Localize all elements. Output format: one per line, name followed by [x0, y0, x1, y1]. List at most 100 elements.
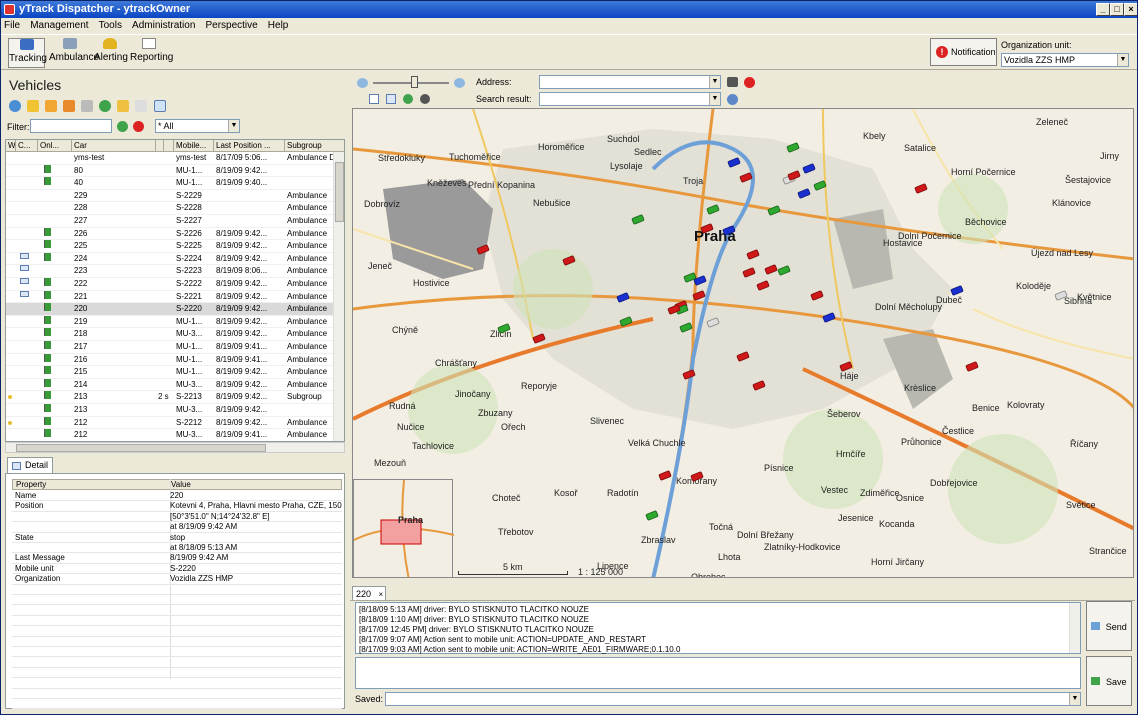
- scroll-thumb[interactable]: [16, 444, 266, 452]
- table-row[interactable]: 213 2 s S-2213 8/19/09 9:42... Subgroup: [6, 391, 334, 404]
- globe-icon[interactable]: [420, 94, 430, 104]
- reporting-button[interactable]: Reporting: [130, 38, 173, 68]
- send-button[interactable]: Send: [1086, 601, 1132, 651]
- table-vscrollbar[interactable]: [333, 152, 344, 441]
- table-row[interactable]: 218 MU-3... 8/19/09 9:42... Ambulance: [6, 328, 334, 341]
- info-icon[interactable]: [727, 94, 738, 105]
- table-row[interactable]: 224 S-2224 8/19/09 9:42... Ambulance: [6, 252, 334, 266]
- table-row[interactable]: 212 MU-3... 8/19/09 9:41... Ambulance: [6, 429, 334, 441]
- table-row[interactable]: 223 S-2223 8/19/09 8:06... Ambulance: [6, 265, 334, 278]
- ambulance-label: Ambulance: [49, 52, 100, 63]
- minimap[interactable]: Praha: [353, 479, 454, 577]
- table-row[interactable]: 225 S-2225 8/19/09 9:42... Ambulance: [6, 240, 334, 253]
- group-icon[interactable]: [45, 100, 58, 113]
- table-row[interactable]: 214 MU-3... 8/19/09 9:42... Ambulance: [6, 378, 334, 392]
- place-label: Lhota: [718, 552, 741, 562]
- table-row[interactable]: 227 S-2227 Ambulance: [6, 215, 334, 228]
- table-row[interactable]: 228 S-2228 Ambulance: [6, 202, 334, 215]
- star-icon[interactable]: [27, 100, 40, 113]
- tab-detail[interactable]: Detail: [7, 457, 53, 473]
- zoom-out-icon[interactable]: [357, 78, 368, 88]
- col-blank-1[interactable]: [156, 140, 164, 152]
- tracking-button[interactable]: Tracking: [8, 38, 47, 68]
- table-row[interactable]: 212 S-2212 8/19/09 9:42... Ambulance: [6, 416, 334, 430]
- menu-perspective[interactable]: Perspective: [202, 20, 260, 31]
- cell-last-position: 8/19/09 9:42...: [216, 165, 268, 175]
- refresh-icon[interactable]: [9, 100, 21, 113]
- zoom-in-icon[interactable]: [454, 78, 465, 88]
- table-row[interactable]: 217 MU-1... 8/19/09 9:41... Ambulance: [6, 341, 334, 354]
- col-c[interactable]: C...: [16, 140, 38, 152]
- table-row[interactable]: 220 S-2220 8/19/09 9:42... Ambulance: [6, 303, 334, 316]
- detail-property: Position: [15, 501, 44, 511]
- message-icon[interactable]: [153, 100, 166, 113]
- col-last-position[interactable]: Last Position ...: [214, 140, 285, 152]
- menu-administration[interactable]: Administration: [129, 20, 198, 31]
- col-online[interactable]: Onl...: [38, 140, 72, 152]
- zoom-slider-handle[interactable]: [411, 76, 418, 88]
- col-subgroup[interactable]: Subgroup: [285, 140, 344, 152]
- filter-select[interactable]: * All ▼: [155, 119, 240, 133]
- text-icon[interactable]: [135, 100, 148, 113]
- table-row[interactable]: 213 MU-3... 8/19/09 9:42...: [6, 404, 334, 417]
- close-button[interactable]: ×: [1124, 3, 1137, 16]
- place-label: Kosoř: [554, 488, 578, 498]
- menu-help[interactable]: Help: [265, 20, 292, 31]
- online-flag-icon: [44, 366, 51, 375]
- col-car[interactable]: Car: [72, 140, 156, 152]
- scroll-thumb[interactable]: [335, 162, 344, 222]
- table-row[interactable]: 219 MU-1... 8/19/09 9:42... Ambulance: [6, 315, 334, 329]
- layers-icon[interactable]: [369, 94, 379, 104]
- ambulance-button[interactable]: Ambulance: [49, 38, 99, 68]
- cancel-icon[interactable]: [744, 77, 755, 88]
- table-row[interactable]: 221 S-2221 8/19/09 9:42... Ambulance: [6, 290, 334, 304]
- detail-row: Name 220: [12, 491, 342, 502]
- notification-button[interactable]: ! Notification: [930, 38, 997, 66]
- menu-management[interactable]: Management: [27, 20, 91, 31]
- clear-filter-icon[interactable]: [133, 121, 144, 132]
- close-tab-icon[interactable]: ×: [379, 590, 384, 599]
- detail-value: Vozidla ZZS HMP: [170, 574, 234, 584]
- table-hscrollbar[interactable]: [5, 442, 345, 453]
- expand-icon[interactable]: [81, 100, 94, 113]
- table-row[interactable]: 80 MU-1... 8/19/09 9:42...: [6, 164, 334, 178]
- cell-car: 228: [74, 203, 88, 213]
- col-blank-2[interactable]: [164, 140, 174, 152]
- tab-vehicle-220[interactable]: 220 ×: [352, 586, 386, 601]
- saved-select[interactable]: ▼: [385, 692, 1081, 706]
- detail-header: Property Value: [12, 479, 342, 490]
- cell-mobile: MU-1...: [176, 316, 203, 326]
- log-scrollbar[interactable]: [1069, 603, 1080, 653]
- overview-icon[interactable]: [386, 94, 396, 104]
- maximize-button[interactable]: □: [1110, 3, 1124, 16]
- table-row[interactable]: yms-test yms-test 8/17/09 5:06... Ambulance…: [6, 152, 334, 165]
- col-mobile[interactable]: Mobile...: [174, 140, 214, 152]
- detail-row: [12, 595, 342, 606]
- table-row[interactable]: 229 S-2229 Ambulance: [6, 190, 334, 203]
- table-row[interactable]: 222 S-2222 8/19/09 9:42... Ambulance: [6, 278, 334, 291]
- menu-tools[interactable]: Tools: [96, 20, 125, 31]
- message-input[interactable]: [355, 657, 1081, 689]
- table-row[interactable]: 226 S-2226 8/19/09 9:42... Ambulance: [6, 227, 334, 241]
- col-w[interactable]: W: [6, 140, 16, 152]
- cell-subgroup: Ambulance: [287, 304, 328, 314]
- group-add-icon[interactable]: [63, 100, 76, 113]
- cell-mobile: S-2222: [176, 279, 202, 288]
- table-row[interactable]: 215 MU-1... 8/19/09 9:42... Ambulance: [6, 366, 334, 379]
- map-view[interactable]: Kbely Zeleneč Suchdol Horoměřice Sedlec Střed…: [352, 108, 1134, 578]
- apply-filter-icon[interactable]: [117, 121, 128, 132]
- minimize-button[interactable]: _: [1096, 3, 1110, 16]
- flag-icon[interactable]: [117, 100, 130, 113]
- sync-icon[interactable]: [99, 100, 112, 113]
- printer-icon[interactable]: [727, 77, 738, 87]
- table-row[interactable]: 40 MU-1... 8/19/09 9:40...: [6, 177, 334, 190]
- menu-file[interactable]: File: [1, 20, 23, 31]
- save-button[interactable]: Save: [1086, 656, 1132, 706]
- search-result-select[interactable]: ▼: [539, 92, 721, 106]
- alerting-button[interactable]: Alerting: [94, 38, 128, 68]
- filter-input[interactable]: [30, 119, 112, 133]
- org-unit-select[interactable]: Vozidla ZZS HMP ▼: [1001, 53, 1129, 67]
- address-input[interactable]: ▼: [539, 75, 721, 89]
- refresh-map-icon[interactable]: [403, 94, 413, 104]
- table-row[interactable]: 216 MU-1... 8/19/09 9:41... Ambulance: [6, 353, 334, 367]
